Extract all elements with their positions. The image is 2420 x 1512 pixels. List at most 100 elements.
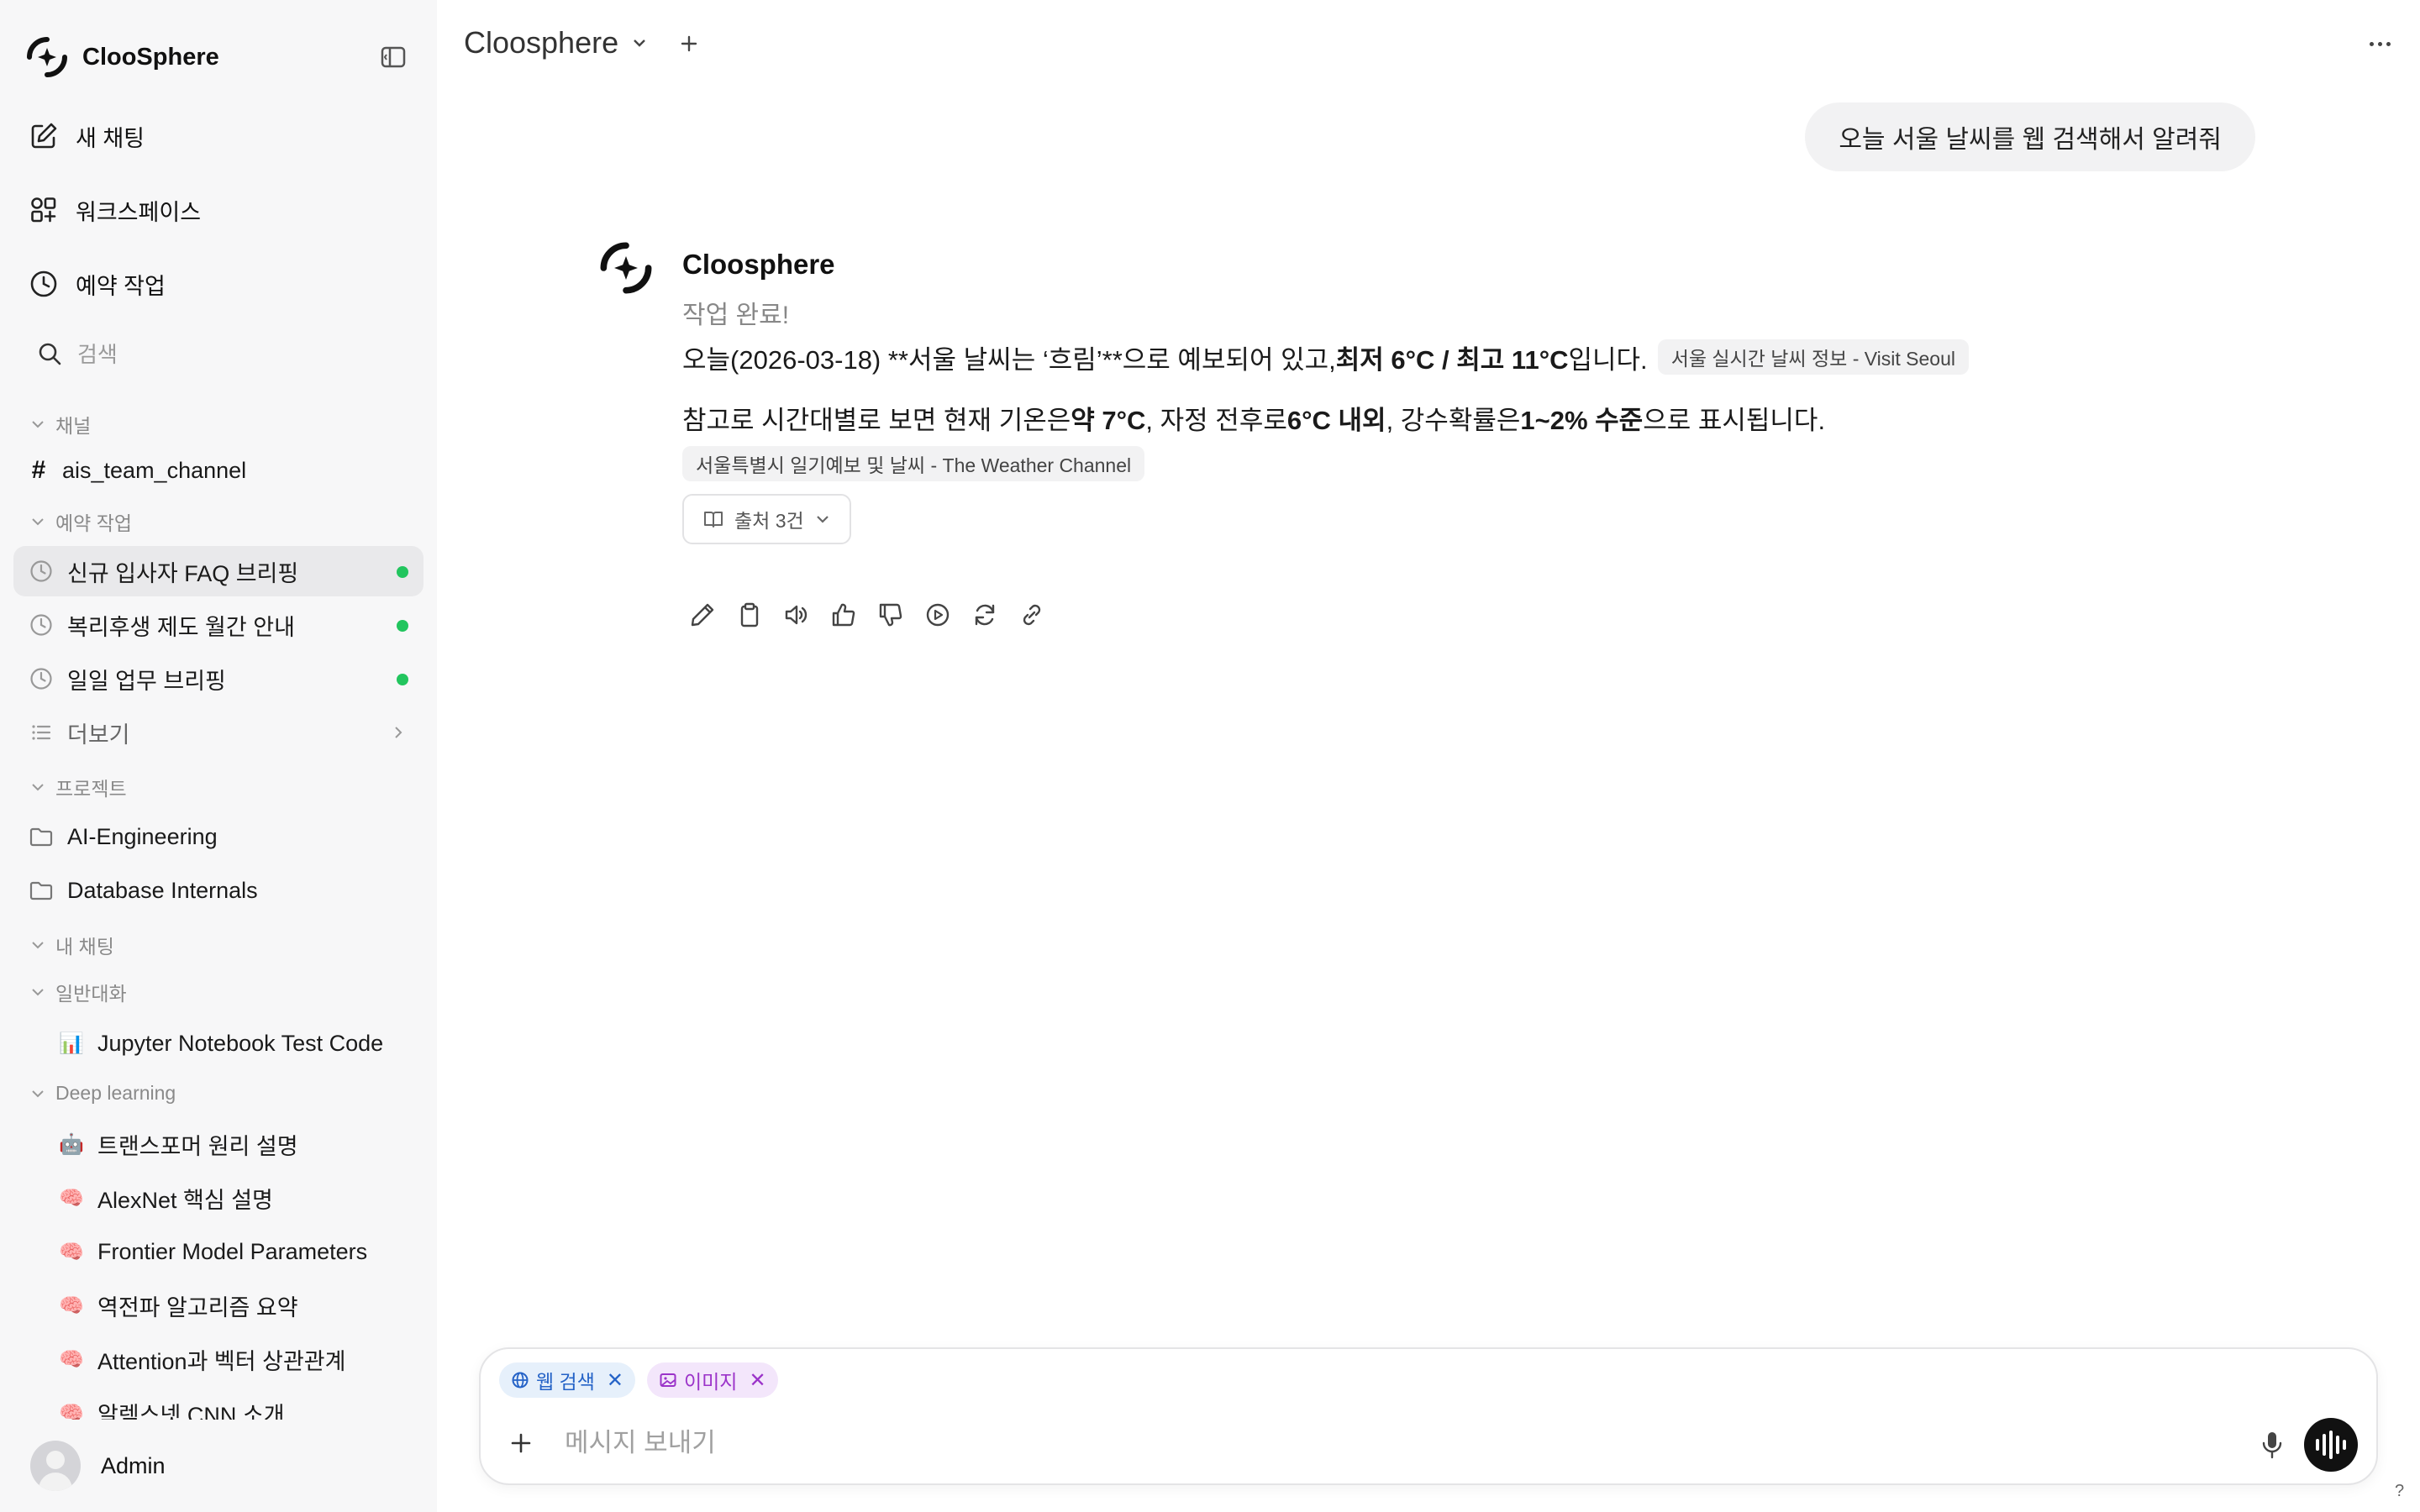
brand[interactable]: ClooSphere [25,34,219,81]
scheduled-item-title: 복리후생 제도 월간 안내 [67,614,295,640]
more-label: 더보기 [67,722,130,748]
image-chip[interactable]: 이미지 ✕ [646,1362,778,1398]
chevron-down-icon [32,942,44,949]
close-icon[interactable]: ✕ [749,1368,765,1393]
user-menu[interactable]: Admin [0,1420,437,1512]
new-chat-button[interactable]: 새 채팅 [13,109,424,163]
section-channels[interactable]: 채널 [30,410,91,438]
brain-emoji-icon: 🧠 [59,1186,84,1210]
plus-icon [681,35,697,52]
chat-item[interactable]: 🧠 Attention과 벡터 상관관계 [42,1334,412,1384]
waveform-bar [2336,1436,2339,1454]
section-my-chats-label: 내 채팅 [55,936,114,958]
workspace-grid-icon [31,197,56,223]
citation-row: 서울특별시 일기예보 및 날씨 - The Weather Channel [682,445,1145,482]
more-button[interactable]: 더보기 [13,707,424,758]
add-model-button[interactable] [674,29,704,59]
waveform-bar [2323,1434,2326,1456]
attach-button[interactable] [504,1426,538,1460]
more-options-button[interactable] [2361,29,2398,59]
project-title: AI-Engineering [67,823,218,849]
model-selector[interactable]: Cloosphere [464,25,649,60]
channel-item[interactable]: # ais_team_channel [13,445,424,496]
message-actions [689,598,1045,632]
chevron-down-icon [32,518,44,526]
chevron-right-icon [395,727,402,738]
workspace-button[interactable]: 워크스페이스 [13,183,424,237]
chat-item[interactable]: 🧠 역전파 알고리즘 요약 [42,1280,412,1331]
message-composer: 웹 검색 ✕ 이미지 ✕ [479,1347,2378,1485]
message-input[interactable] [565,1421,2161,1465]
scheduled-item[interactable]: 복리후생 제도 월간 안내 [13,600,424,650]
folder-general[interactable]: 일반대화 [30,978,127,1006]
sources-button[interactable]: 출처 3건 [682,494,851,544]
help-button[interactable]: ? [2395,1482,2404,1501]
scheduled-item-title: 일일 업무 브리핑 [67,668,226,694]
citation-chip[interactable]: 서울특별시 일기예보 및 날씨 - The Weather Channel [682,446,1145,481]
waveform-bar [2329,1431,2333,1459]
chat-item[interactable]: 📊 Jupyter Notebook Test Code [42,1018,412,1068]
answer-text: 으로 표시됩니다. [1643,405,1826,435]
chat-item[interactable]: 🤖 트랜스포머 원리 설명 [42,1119,412,1169]
waveform-bar [2343,1440,2346,1450]
regenerate-button[interactable] [971,598,998,632]
clock-icon [30,614,52,636]
section-scheduled[interactable]: 예약 작업 [30,507,132,536]
globe-icon [512,1372,529,1389]
folder-deep-learning[interactable]: Deep learning [30,1082,176,1105]
share-link-button[interactable] [1018,598,1045,632]
answer-text: , 자정 전후로 [1145,405,1287,435]
search-placeholder: 검색 [77,342,118,367]
active-status-dot [397,674,408,685]
chevron-down-icon [32,784,44,791]
edit-button[interactable] [689,598,716,632]
search-icon [39,343,61,365]
project-item[interactable]: AI-Engineering [13,811,424,862]
robot-emoji-icon: 🤖 [59,1132,84,1156]
folder-icon [29,881,53,900]
microphone-icon [2262,1432,2282,1459]
clock-icon [30,668,52,690]
scheduled-item[interactable]: 신규 입사자 FAQ 브리핑 [13,546,424,596]
project-item[interactable]: Database Internals [13,865,424,916]
chat-title: Attention과 벡터 상관관계 [97,1348,346,1374]
chat-item[interactable]: 🧠 AlexNet 핵심 설명 [42,1173,412,1223]
image-icon [660,1373,676,1387]
citation-chip[interactable]: 서울 실시간 날씨 정보 - Visit Seoul [1657,339,1969,375]
voice-mode-button[interactable] [2304,1418,2358,1472]
channel-name: ais_team_channel [62,457,247,483]
task-status: 작업 완료! [682,302,790,329]
section-projects[interactable]: 프로젝트 [30,773,127,801]
assistant-avatar-icon [600,242,652,294]
brain-emoji-icon: 🧠 [59,1294,84,1317]
sidebar-search[interactable]: 검색 [37,338,118,369]
book-open-icon [704,512,723,528]
sidebar-toggle-button[interactable] [376,40,410,74]
dictation-button[interactable] [2255,1426,2289,1463]
good-response-button[interactable] [830,598,857,632]
section-my-chats[interactable]: 내 채팅 [30,931,114,959]
chevron-down-icon [32,1089,44,1097]
answer-paragraph-2: 참고로 시간대별로 보면 현재 기온은 약 7°C , 자정 전후로 6°C 내… [682,398,1825,437]
continue-button[interactable] [924,598,951,632]
answer-paragraph-1: 오늘(2026-03-18) **서울 날씨는 ‘흐림’**으로 예보되어 있고… [682,338,1969,376]
brain-emoji-icon: 🧠 [59,1347,84,1371]
edit-icon [31,123,57,149]
scheduled-item[interactable]: 일일 업무 브리핑 [13,654,424,704]
play-circle-icon [926,603,950,627]
sources-label: 출처 3건 [734,510,804,532]
model-name: Cloosphere [464,25,619,60]
web-search-chip[interactable]: 웹 검색 ✕ [499,1362,635,1398]
chevron-down-icon [816,516,829,523]
assistant-name: Cloosphere [682,249,835,280]
copy-button[interactable] [736,598,763,632]
read-aloud-button[interactable] [783,598,810,632]
brand-name: ClooSphere [82,43,219,71]
bad-response-button[interactable] [877,598,904,632]
chat-item[interactable]: 🧠 Frontier Model Parameters [42,1226,412,1277]
close-icon[interactable]: ✕ [607,1368,623,1393]
folder-deep-learning-label: Deep learning [55,1082,176,1104]
active-status-dot [397,620,408,632]
chat-title: AlexNet 핵심 설명 [97,1187,273,1213]
scheduled-tasks-button[interactable]: 예약 작업 [13,257,424,311]
